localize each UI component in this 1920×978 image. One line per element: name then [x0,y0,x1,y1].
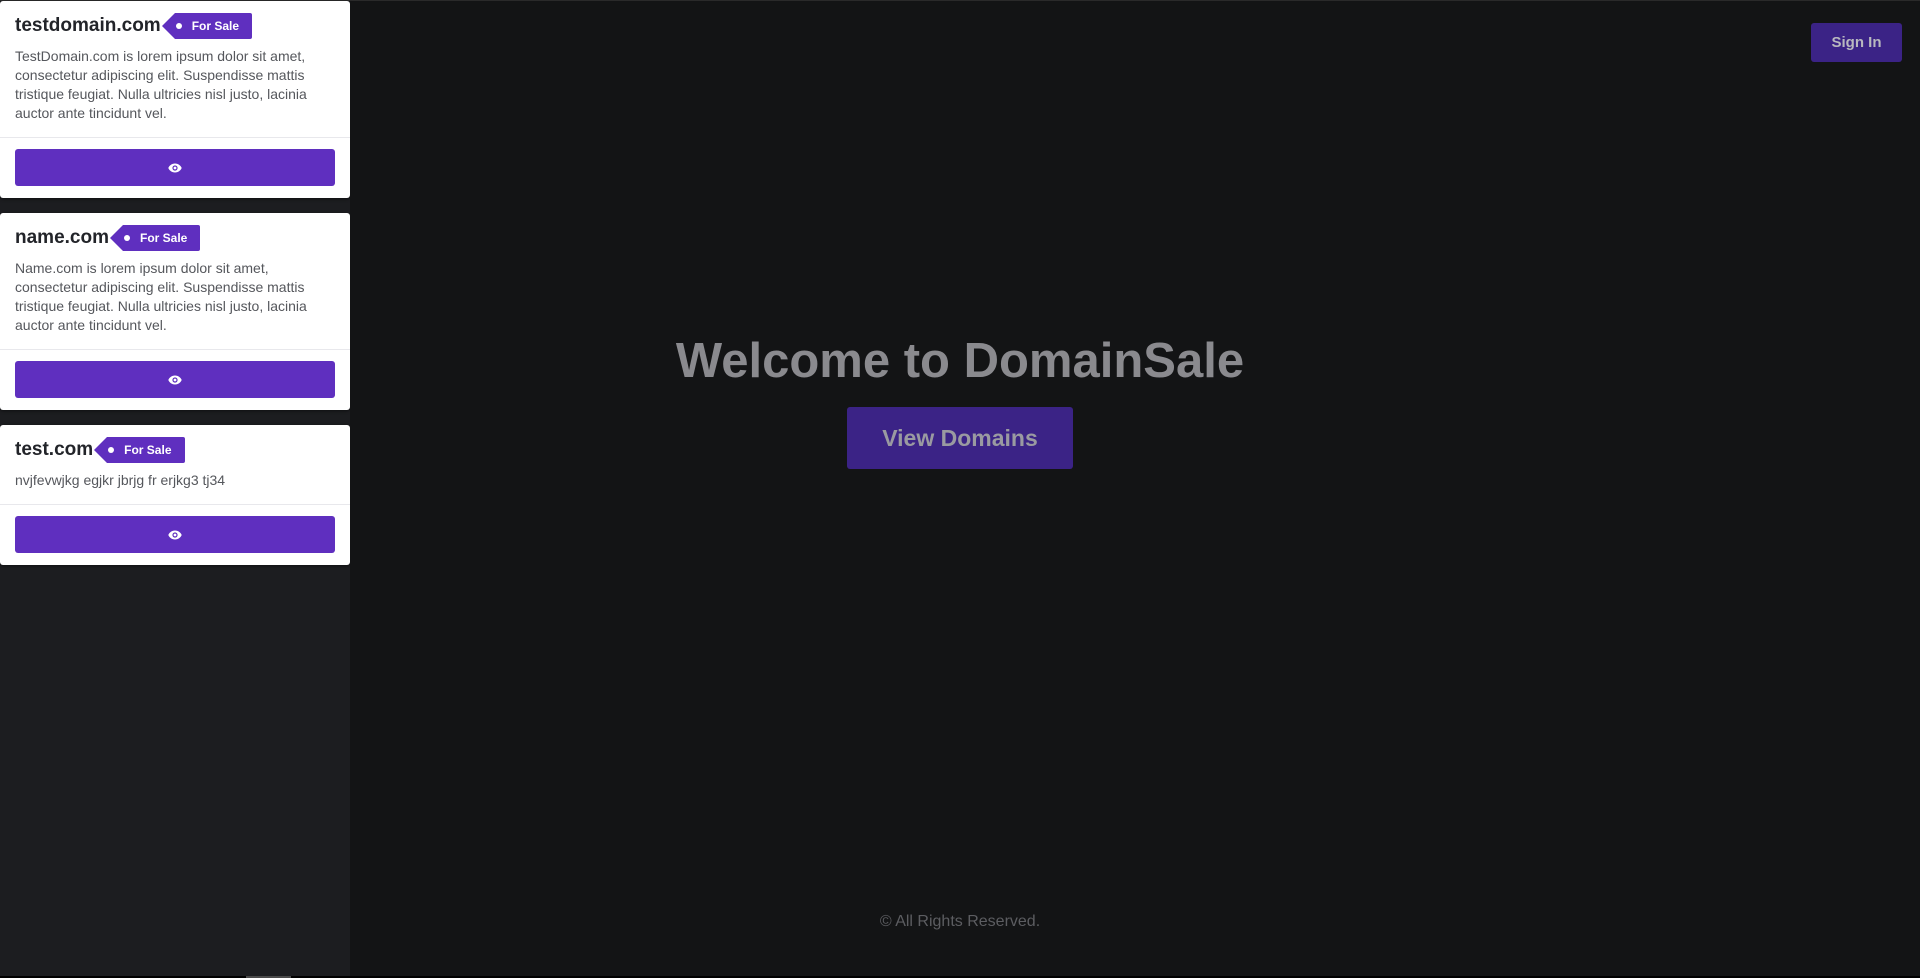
domain-card: name.com For Sale Name.com is lorem ipsu… [0,213,350,410]
view-domain-button[interactable] [15,516,335,553]
footer-copyright: © All Rights Reserved. [879,913,1041,930]
domain-card-header: testdomain.com For Sale [15,13,335,39]
domain-card: test.com For Sale nvjfevwjkg egjkr jbrjg… [0,425,350,565]
domain-list-sidebar: testdomain.com For Sale TestDomain.com i… [0,1,350,977]
domain-card-header: name.com For Sale [15,225,335,251]
domain-description: TestDomain.com is lorem ipsum dolor sit … [15,48,307,121]
view-domain-button[interactable] [15,149,335,186]
view-domains-button[interactable]: View Domains [847,407,1073,469]
sign-in-button[interactable]: Sign In [1811,23,1902,62]
eye-icon [168,375,182,384]
domain-name: testdomain.com [15,15,161,36]
domain-card: testdomain.com For Sale TestDomain.com i… [0,1,350,198]
app-viewport: testdomain.com For Sale TestDomain.com i… [0,0,1920,977]
for-sale-tag: For Sale [109,225,201,251]
domain-card-footer [0,505,350,565]
hero-title: Welcome to DomainSale [675,334,1245,388]
domain-card-footer [0,350,350,410]
eye-icon [168,163,182,172]
domain-card-footer [0,138,350,198]
domain-description: nvjfevwjkg egjkr jbrjg fr erjkg3 tj34 [15,472,226,488]
eye-icon [168,530,182,539]
for-sale-tag: For Sale [94,437,185,463]
domain-description: Name.com is lorem ipsum dolor sit amet, … [15,260,307,333]
domain-card-body: test.com For Sale nvjfevwjkg egjkr jbrjg… [0,425,350,505]
view-domain-button[interactable] [15,361,335,398]
main-content [350,1,1920,977]
domain-card-body: testdomain.com For Sale TestDomain.com i… [0,1,350,138]
domain-card-header: test.com For Sale [15,437,335,463]
for-sale-tag: For Sale [161,13,253,39]
domain-card-body: name.com For Sale Name.com is lorem ipsu… [0,213,350,350]
domain-name: test.com [15,439,94,460]
domain-name: name.com [15,227,109,248]
